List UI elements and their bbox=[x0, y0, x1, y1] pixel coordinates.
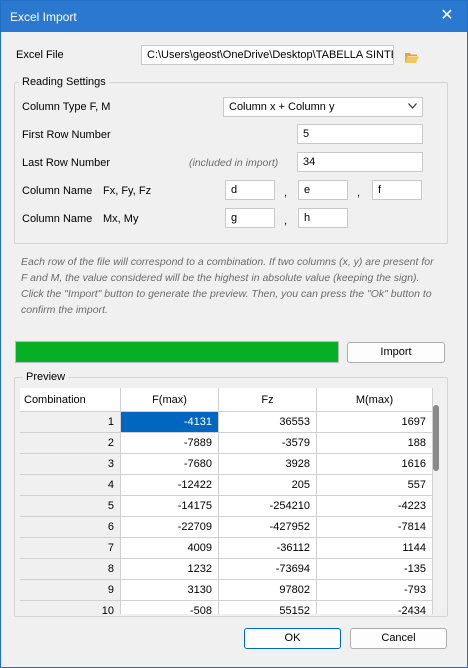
column-header-combination[interactable]: Combination bbox=[20, 388, 121, 412]
vertical-scrollbar[interactable] bbox=[433, 405, 439, 471]
table-cell[interactable]: -4223 bbox=[316, 495, 433, 517]
table-cell[interactable]: 188 bbox=[316, 432, 433, 454]
table-cell[interactable]: 4009 bbox=[120, 537, 219, 559]
row-header-cell[interactable]: 2 bbox=[20, 432, 121, 454]
table-cell[interactable]: -254210 bbox=[218, 495, 317, 517]
folder-open-icon[interactable] bbox=[405, 52, 419, 63]
table-row[interactable]: 8 1232 -73694 -135 bbox=[20, 558, 433, 580]
table-row[interactable]: 9 3130 97802 -793 bbox=[20, 579, 433, 601]
separator-comma: , bbox=[357, 187, 361, 199]
table-cell[interactable]: -22709 bbox=[120, 516, 219, 538]
table-cell[interactable]: -793 bbox=[316, 579, 433, 601]
table-cell[interactable]: -73694 bbox=[218, 558, 317, 580]
table-row[interactable]: 4 -12422 205 557 bbox=[20, 474, 433, 496]
row-header-cell[interactable]: 7 bbox=[20, 537, 121, 559]
column-name-m-label: Column Name bbox=[22, 213, 93, 225]
table-cell[interactable]: 557 bbox=[316, 474, 433, 496]
table-cell[interactable]: -4131 bbox=[120, 411, 219, 433]
table-cell[interactable]: 205 bbox=[218, 474, 317, 496]
table-row[interactable]: 7 4009 -36112 1144 bbox=[20, 537, 433, 559]
row-header-cell[interactable]: 6 bbox=[20, 516, 121, 538]
table-cell[interactable]: -135 bbox=[316, 558, 433, 580]
preview-table[interactable]: Combination F(max) Fz M(max) 1 -4131 36553… bbox=[20, 388, 447, 614]
column-header-fmax[interactable]: F(max) bbox=[120, 388, 219, 412]
table-cell[interactable]: 1144 bbox=[316, 537, 433, 559]
row-header-cell[interactable]: 5 bbox=[20, 495, 121, 517]
table-cell[interactable]: -3579 bbox=[218, 432, 317, 454]
column-mx-field[interactable]: g bbox=[225, 208, 275, 228]
table-row[interactable]: 2 -7889 -3579 188 bbox=[20, 432, 433, 454]
title-bar: Excel Import ✕ bbox=[1, 1, 467, 32]
table-cell[interactable]: 1616 bbox=[316, 453, 433, 475]
import-instructions: Each row of the file will correspond to … bbox=[21, 256, 434, 316]
excel-file-label: Excel File bbox=[16, 49, 64, 61]
column-header-fz[interactable]: Fz bbox=[218, 388, 317, 412]
ok-button[interactable]: OK bbox=[244, 628, 341, 649]
import-button[interactable]: Import bbox=[347, 342, 445, 363]
first-row-label: First Row Number bbox=[22, 129, 111, 141]
last-row-note: (included in import) bbox=[189, 157, 279, 169]
table-cell[interactable]: -7889 bbox=[120, 432, 219, 454]
separator-comma: , bbox=[284, 187, 288, 199]
preview-title: Preview bbox=[23, 371, 69, 383]
column-my-field[interactable]: h bbox=[298, 208, 348, 228]
chevron-down-icon bbox=[408, 103, 417, 109]
row-header-cell[interactable]: 4 bbox=[20, 474, 121, 496]
column-header-mmax[interactable]: M(max) bbox=[316, 388, 433, 412]
table-cell[interactable]: -7680 bbox=[120, 453, 219, 475]
table-cell[interactable]: -7814 bbox=[316, 516, 433, 538]
window-title: Excel Import bbox=[10, 10, 77, 24]
column-type-label: Column Type F, M bbox=[22, 101, 111, 113]
table-cell[interactable]: -36112 bbox=[218, 537, 317, 559]
row-header-cell[interactable]: 8 bbox=[20, 558, 121, 580]
table-cell[interactable]: 55152 bbox=[218, 600, 317, 614]
column-fx-field[interactable]: d bbox=[225, 180, 275, 200]
table-row[interactable]: 6 -22709 -427952 -7814 bbox=[20, 516, 433, 538]
column-name-f-sub: Fx, Fy, Fz bbox=[103, 185, 152, 197]
last-row-label: Last Row Number bbox=[22, 157, 111, 169]
table-cell[interactable]: -508 bbox=[120, 600, 219, 614]
excel-import-dialog: Excel Import ✕ Excel File C:\Users\geost… bbox=[0, 0, 468, 668]
table-cell[interactable]: 1697 bbox=[316, 411, 433, 433]
table-cell[interactable]: -14175 bbox=[120, 495, 219, 517]
column-name-f-label: Column Name bbox=[22, 185, 93, 197]
table-row[interactable]: 10 -508 55152 -2434 bbox=[20, 600, 433, 614]
table-cell[interactable]: 36553 bbox=[218, 411, 317, 433]
table-row[interactable]: 1 -4131 36553 1697 bbox=[20, 411, 433, 433]
row-header-cell[interactable]: 1 bbox=[20, 411, 121, 433]
column-type-select[interactable]: Column x + Column y bbox=[223, 97, 423, 117]
table-cell[interactable]: 3928 bbox=[218, 453, 317, 475]
column-type-value: Column x + Column y bbox=[229, 101, 335, 113]
table-cell[interactable]: 3130 bbox=[120, 579, 219, 601]
last-row-field[interactable]: 34 bbox=[297, 152, 423, 172]
cancel-button[interactable]: Cancel bbox=[350, 628, 447, 649]
table-row[interactable]: 5 -14175 -254210 -4223 bbox=[20, 495, 433, 517]
row-header-cell[interactable]: 10 bbox=[20, 600, 121, 614]
row-header-cell[interactable]: 3 bbox=[20, 453, 121, 475]
close-icon[interactable]: ✕ bbox=[437, 6, 457, 26]
column-name-m-sub: Mx, My bbox=[103, 213, 139, 225]
table-cell[interactable]: -427952 bbox=[218, 516, 317, 538]
column-fy-field[interactable]: e bbox=[298, 180, 348, 200]
table-cell[interactable]: -12422 bbox=[120, 474, 219, 496]
table-row[interactable]: 3 -7680 3928 1616 bbox=[20, 453, 433, 475]
separator-comma: , bbox=[284, 215, 288, 227]
table-cell[interactable]: 1232 bbox=[120, 558, 219, 580]
import-progress-bar bbox=[15, 341, 339, 363]
column-fz-field[interactable]: f bbox=[372, 180, 422, 200]
progress-fill bbox=[16, 342, 338, 362]
row-header-cell[interactable]: 9 bbox=[20, 579, 121, 601]
table-cell[interactable]: 97802 bbox=[218, 579, 317, 601]
excel-file-path-field[interactable]: C:\Users\geost\OneDrive\Desktop\TABELLA … bbox=[141, 45, 394, 65]
reading-settings-title: Reading Settings bbox=[19, 76, 109, 88]
table-cell[interactable]: -2434 bbox=[316, 600, 433, 614]
first-row-field[interactable]: 5 bbox=[297, 124, 423, 144]
